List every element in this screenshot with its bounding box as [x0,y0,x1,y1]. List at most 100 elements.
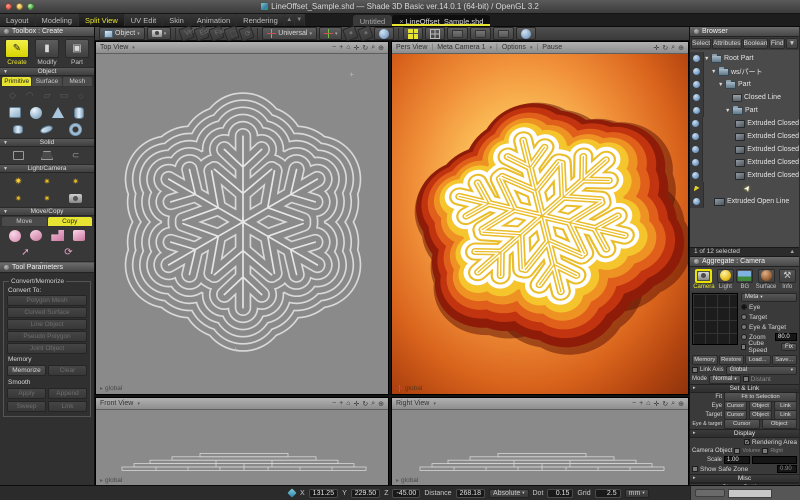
visibility-sphere-icon[interactable] [693,198,700,205]
tab-skin[interactable]: Skin [163,14,191,26]
visibility-sphere-icon[interactable] [693,107,700,114]
preview-render-button[interactable] [516,27,536,40]
marquee-select-button[interactable]: ⬚ [223,25,240,42]
toolbox-header[interactable]: Toolbox : Create [0,27,94,37]
manipulator-button[interactable]: ▾ [319,27,343,40]
coordinate-mode-dropdown[interactable]: Absolute▾ [489,489,529,498]
dot-value[interactable]: 0.15 [547,489,573,498]
toolbox-tab-part[interactable]: ▣ Part [65,39,89,66]
tab-overflow-button[interactable]: ▼ [295,14,305,26]
visibility-sphere-icon[interactable] [693,94,700,101]
visibility-sphere-icon[interactable] [692,146,699,153]
camera-object-volume-checkbox[interactable] [734,448,740,454]
tab-mesh[interactable]: Mesh [63,77,92,86]
aggregate-tab-surface[interactable]: Surface [756,269,777,290]
doc-tab-active[interactable]: ×LineOffset_Sample.shd [392,15,490,26]
expand-arrow-icon[interactable]: ▼ [711,69,718,75]
area-light-tool[interactable]: ✷ [10,192,26,205]
smooth-label[interactable]: Smooth [8,379,88,386]
smooth-link-button[interactable]: Link [48,401,87,412]
zoom-in-icon[interactable]: + [639,400,643,408]
linear-light-tool[interactable]: ✷ [39,192,55,205]
spot-light-tool[interactable]: ✷ [39,175,55,188]
tab-move[interactable]: Move [2,217,47,226]
expand-arrow-icon[interactable]: ▼ [718,82,725,88]
camera-object-right-checkbox[interactable] [762,448,768,454]
zoom-out-icon[interactable]: − [332,400,336,408]
viewport-pers[interactable]: Pers View | Meta Camera 1 ▾ | Options ▾ … [391,41,689,395]
eye-target-object-button[interactable]: Object [762,419,798,429]
safe-zone-checkbox[interactable] [692,466,698,472]
sphere-tool[interactable] [28,106,44,119]
tree-row-part-inner[interactable]: ▼ Part [690,104,799,117]
clear-button[interactable]: Clear [48,365,87,376]
camera-preview[interactable] [692,293,738,345]
grid-value[interactable]: 2.5 [595,489,621,498]
grid-toggle-button[interactable] [425,27,445,40]
aggregate-tab-info[interactable]: ⚒Info [779,269,796,290]
face-mode-button[interactable]: Face [208,25,225,42]
display-mode-button-1[interactable] [447,27,468,40]
aggregate-tab-light[interactable]: Light [717,269,734,290]
viewport-top[interactable]: Top View ▾ − + ⌂ ✛ ↻ ⌕ ⊕ [95,41,389,395]
tab-split-view[interactable]: Split View [79,14,125,26]
footer-button[interactable] [695,489,725,497]
camera-mode-button[interactable]: ▾ [147,27,172,40]
radio-icon[interactable] [741,324,747,330]
home-view-icon[interactable]: ⌂ [646,400,650,408]
visibility-sphere-icon[interactable] [693,55,700,62]
visibility-sphere-icon[interactable] [692,120,699,127]
browser-tab-select[interactable]: Select [691,38,711,49]
disabled-sphere-button[interactable]: ● [343,25,360,42]
tab-modeling[interactable]: Modeling [36,14,79,26]
fit-view-icon[interactable]: ⊕ [378,400,384,408]
tree-row-extruded-closed[interactable]: Extruded Closed [690,130,799,143]
fit-view-icon[interactable]: ⊕ [378,44,384,52]
cube-speed-dropdown[interactable]: Fix [781,343,797,351]
globe-view-button[interactable] [374,27,394,40]
scale-field[interactable]: 1.00 [724,456,750,464]
tool-parameters-header[interactable]: Tool Parameters [0,263,94,273]
zoom-in-icon[interactable]: + [339,44,343,52]
rotate-view-icon[interactable]: ↻ [662,400,668,408]
z-value[interactable]: -45.00 [392,489,420,498]
pan-icon[interactable]: ✛ [653,400,659,408]
copy-sphere-tool[interactable] [28,229,44,242]
distant-checkbox[interactable] [743,376,749,382]
x-value[interactable]: 131.25 [309,489,338,498]
radio-icon[interactable] [741,304,747,310]
safe-zone-field[interactable]: 0.90 [777,465,797,473]
eye-target-cursor-button[interactable]: Cursor [724,419,760,429]
footer-field[interactable] [728,489,772,498]
copy-rotate-tool[interactable] [7,229,23,242]
camera-select-dropdown[interactable]: Meta Camera 1 [437,44,485,51]
tab-surface[interactable]: Surface [32,77,61,86]
copy-stamp-tool[interactable]: ⟳ [61,246,77,259]
torus-tool[interactable] [68,123,84,136]
collapse-up-icon[interactable]: ▲ [790,249,795,255]
right-view-label[interactable]: Right View [396,400,429,407]
unit-dropdown[interactable]: mm▾ [625,489,649,498]
tree-row-extruded-closed[interactable]: Extruded Closed [690,117,799,130]
save-button[interactable]: Save... [772,355,798,365]
options-dropdown[interactable]: Options [502,44,526,51]
convert-line-object-button[interactable]: Line Object [7,319,87,330]
vertex-mode-button[interactable]: Vertex [178,25,195,42]
tree-row-extruded-closed[interactable]: Extruded Closed [690,169,799,182]
expand-arrow-icon[interactable]: ▼ [725,108,732,114]
memorize-button[interactable]: Memorize [7,365,46,376]
smooth-append-button[interactable]: Append [48,388,87,399]
browser-tab-attributes[interactable]: Attributes [712,38,741,49]
solid-cup-tool[interactable] [39,149,55,162]
cone-tool[interactable] [50,106,66,119]
tree-row-root-part[interactable]: ▼ Root Part [690,52,799,65]
load-button[interactable]: Load... [745,355,771,365]
tab-rendering[interactable]: Rendering [237,14,285,26]
object-mode-button[interactable]: Object▾ [99,27,145,40]
collapse-dot-icon[interactable] [4,29,9,34]
viewport-front[interactable]: Front View ▾ − + ⌂ ✛ ↻ ⌕ ⊕ [95,397,389,487]
magnify-icon[interactable]: ⌕ [371,44,375,52]
toolbox-tab-create[interactable]: ✎ Create [5,39,29,66]
browser-tab-boolean[interactable]: Boolean [743,38,769,49]
zoom-out-icon[interactable]: − [332,44,336,52]
